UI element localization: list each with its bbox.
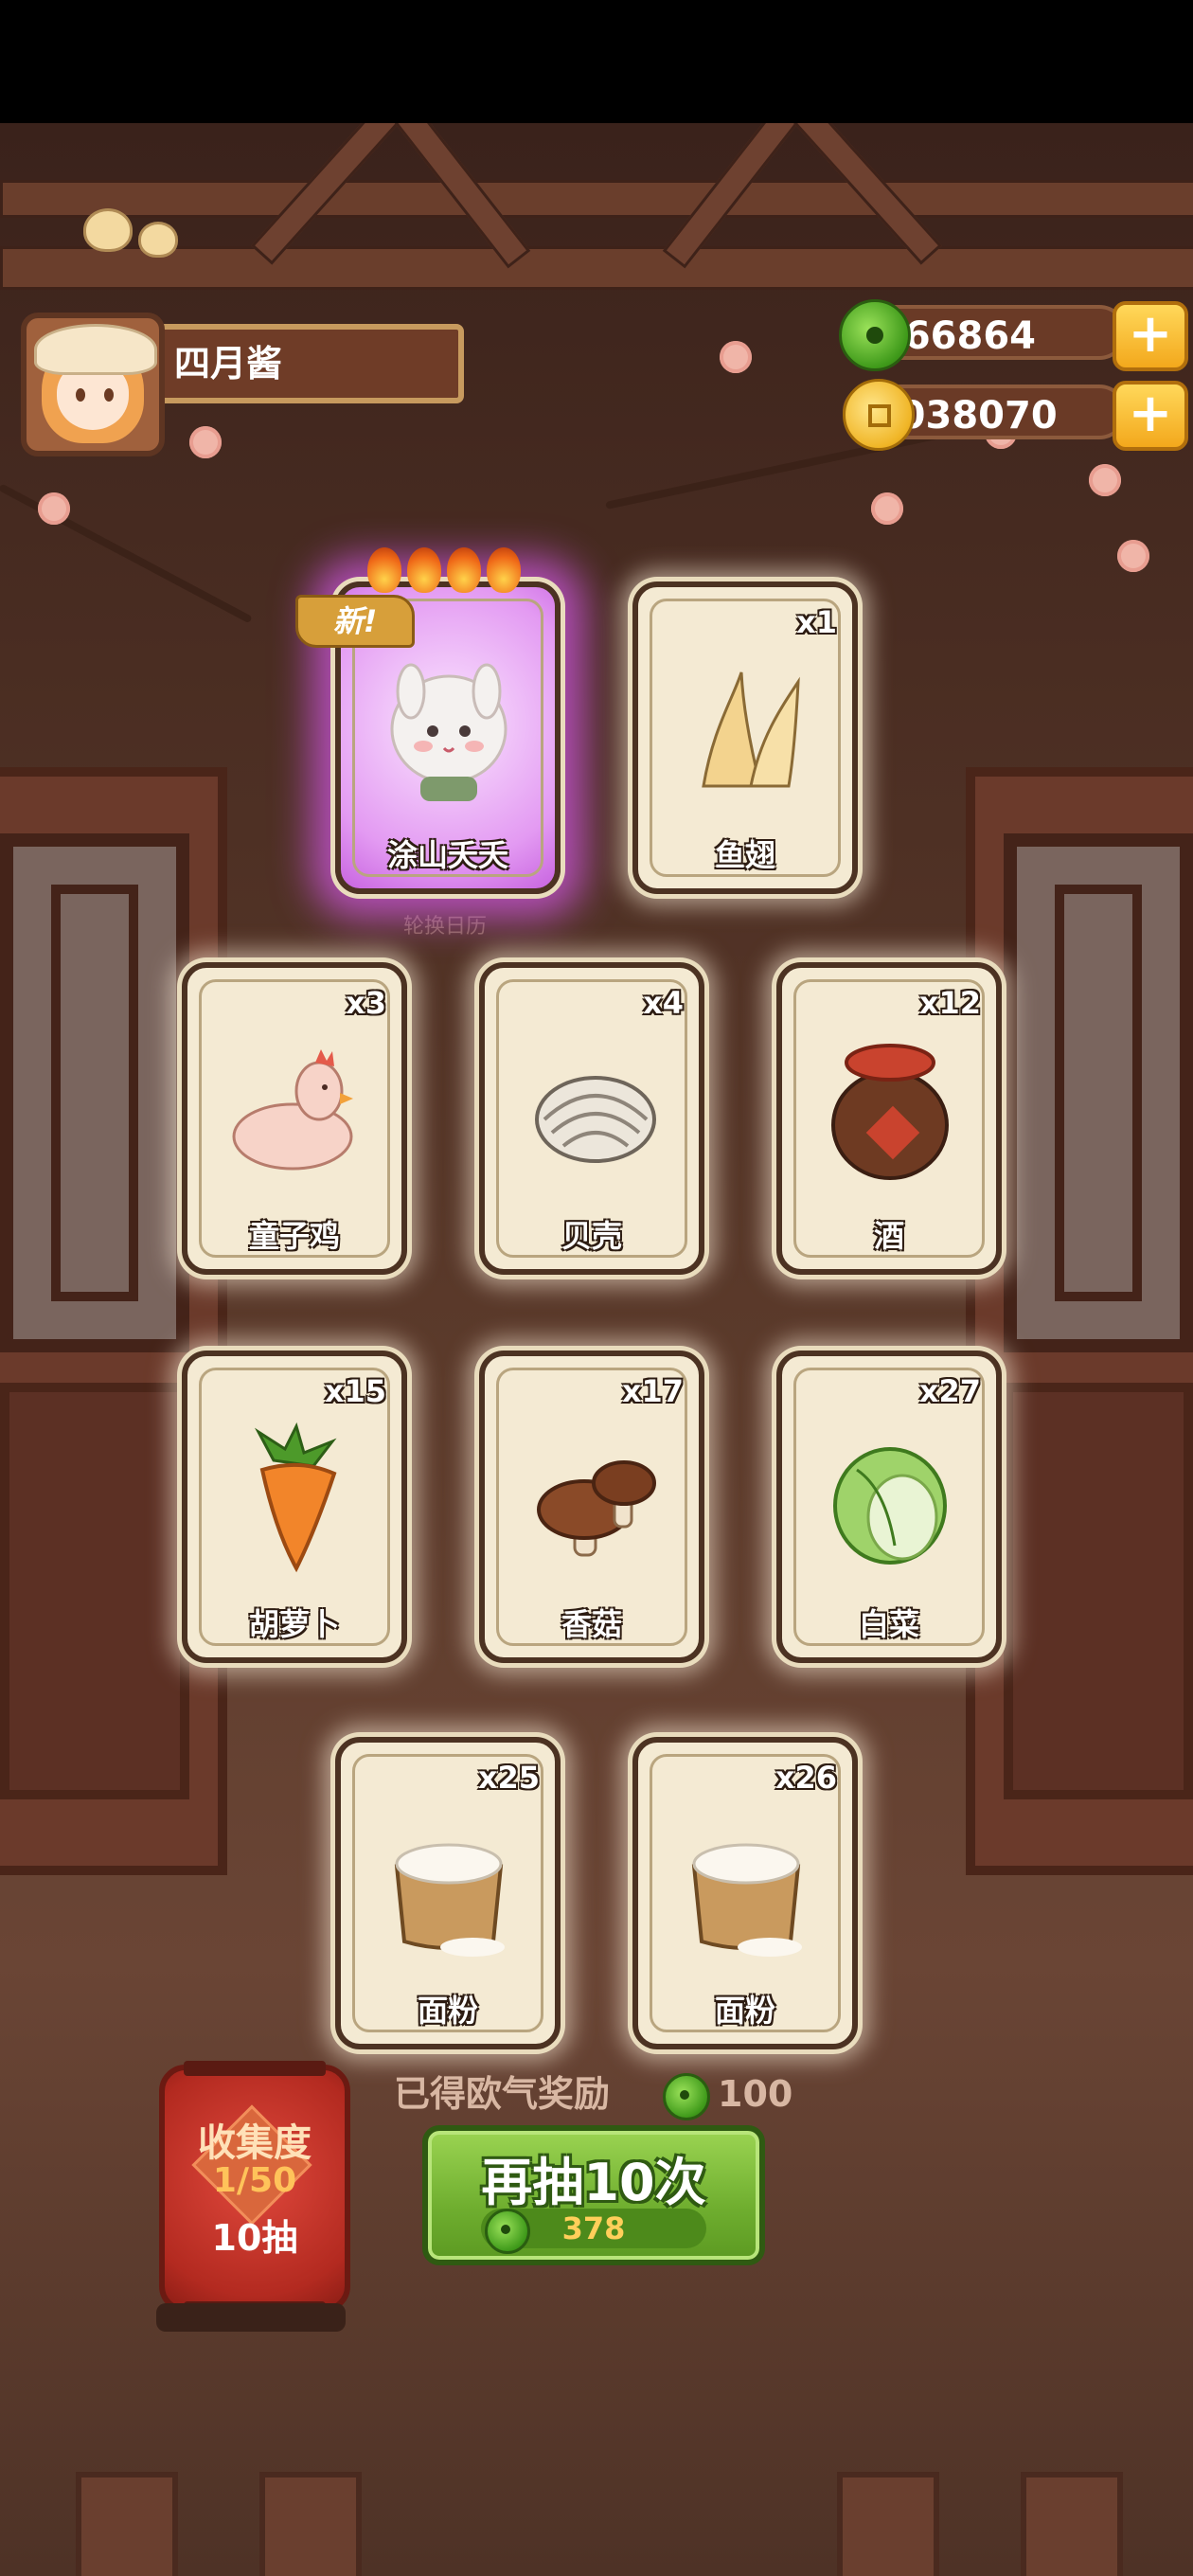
flour-sack-icon xyxy=(691,1843,802,1957)
avatar-eye xyxy=(104,388,114,402)
draw-again-button[interactable]: 再抽10次 378 xyxy=(422,2125,765,2265)
blossom-icon xyxy=(189,426,222,458)
blossom-icon xyxy=(38,492,70,525)
chick-decoration-icon xyxy=(138,222,178,258)
draw-card-cabbage[interactable]: x27 白菜 xyxy=(776,1351,1002,1663)
card-quantity: x15 xyxy=(324,1373,386,1409)
draw-card-carrot[interactable]: x15 胡萝卜 xyxy=(182,1351,407,1663)
blossom-icon xyxy=(720,341,752,373)
right-door xyxy=(966,767,1193,1875)
card-label: 面粉 xyxy=(417,1993,478,2029)
card-label: 涂山夭夭 xyxy=(386,837,508,873)
railing-post xyxy=(837,2472,939,2576)
wine-jar-icon xyxy=(831,1044,949,1180)
player-name: 四月酱 xyxy=(157,324,464,403)
chick-decoration-icon xyxy=(83,208,133,252)
railing-post xyxy=(1021,2472,1123,2576)
railing-post xyxy=(259,2472,362,2576)
card-label: 贝壳 xyxy=(561,1218,622,1254)
reward-value: 100 xyxy=(718,2073,793,2115)
card-quantity: x1 xyxy=(796,604,837,640)
new-badge: 新! xyxy=(295,595,415,648)
avatar-eye xyxy=(76,388,85,402)
railing-post xyxy=(76,2472,178,2576)
card-quantity: x4 xyxy=(643,985,684,1021)
status-bar xyxy=(0,0,1193,123)
draw-card-mushroom[interactable]: x17 香菇 xyxy=(479,1351,704,1663)
roof-beam xyxy=(0,180,1193,218)
background-calendar-label: 轮换日历 xyxy=(402,915,487,939)
rarity-flames xyxy=(367,547,528,595)
collection-title: 收集度 xyxy=(198,2121,312,2165)
left-door xyxy=(0,767,227,1875)
collection-draws: 10抽 xyxy=(211,2217,298,2259)
collection-lantern-button[interactable]: 收集度 1/50 10抽 xyxy=(159,2061,350,2317)
clam-shell-icon xyxy=(535,1076,656,1163)
card-label: 童子鸡 xyxy=(248,1218,340,1254)
chicken-icon xyxy=(232,1049,353,1171)
flame-icon xyxy=(407,547,441,593)
flour-sack-icon xyxy=(394,1843,505,1957)
jade-icon xyxy=(839,299,911,371)
card-quantity: x12 xyxy=(918,985,981,1021)
draw-card-shark-fin[interactable]: x1 鱼翅 xyxy=(632,581,858,894)
player-avatar[interactable] xyxy=(21,313,165,456)
card-label: 香菇 xyxy=(561,1606,622,1642)
flame-icon xyxy=(447,547,481,593)
card-quantity: x3 xyxy=(346,985,386,1021)
mushroom-icon xyxy=(537,1460,656,1557)
card-quantity: x27 xyxy=(918,1373,981,1409)
blossom-icon xyxy=(1089,464,1121,496)
reward-label: 已得欧气奖励 xyxy=(394,2073,611,2115)
jade-icon xyxy=(485,2209,530,2254)
card-label: 胡萝卜 xyxy=(248,1606,340,1642)
draw-cost: 378 xyxy=(481,2209,706,2254)
collection-progress: 1/50 xyxy=(212,2161,297,2200)
card-label: 酒 xyxy=(873,1218,904,1254)
flame-icon xyxy=(367,547,401,593)
draw-again-label: 再抽10次 xyxy=(481,2153,706,2212)
add-jade-button[interactable]: + xyxy=(1113,301,1188,371)
draw-card-chicken[interactable]: x3 童子鸡 xyxy=(182,962,407,1275)
draw-card-flour[interactable]: x26 面粉 xyxy=(632,1737,858,2049)
cabbage-icon xyxy=(833,1447,947,1565)
add-coins-button[interactable]: + xyxy=(1113,381,1188,451)
card-quantity: x25 xyxy=(477,1760,540,1796)
card-label: 白菜 xyxy=(858,1606,919,1642)
carrot-icon xyxy=(254,1422,337,1573)
card-label: 面粉 xyxy=(714,1993,775,2029)
lantern-cap xyxy=(184,2061,326,2076)
flame-icon xyxy=(487,547,521,593)
shark-fin-icon xyxy=(702,671,800,788)
rabbit-character-icon xyxy=(390,663,507,801)
card-quantity: x26 xyxy=(775,1760,837,1796)
draw-card-wine[interactable]: x12 酒 xyxy=(776,962,1002,1275)
card-label: 鱼翅 xyxy=(714,837,775,873)
blossom-icon xyxy=(871,492,903,525)
lantern-stand xyxy=(156,2303,346,2332)
blossom-icon xyxy=(1117,540,1149,572)
draw-card-flour[interactable]: x25 面粉 xyxy=(335,1737,561,2049)
card-quantity: x17 xyxy=(621,1373,684,1409)
coin-icon xyxy=(843,379,915,451)
jade-icon xyxy=(663,2073,710,2120)
roof-beam-lower xyxy=(0,246,1193,290)
draw-card-clam-shell[interactable]: x4 贝壳 xyxy=(479,962,704,1275)
avatar-hat xyxy=(34,324,157,375)
